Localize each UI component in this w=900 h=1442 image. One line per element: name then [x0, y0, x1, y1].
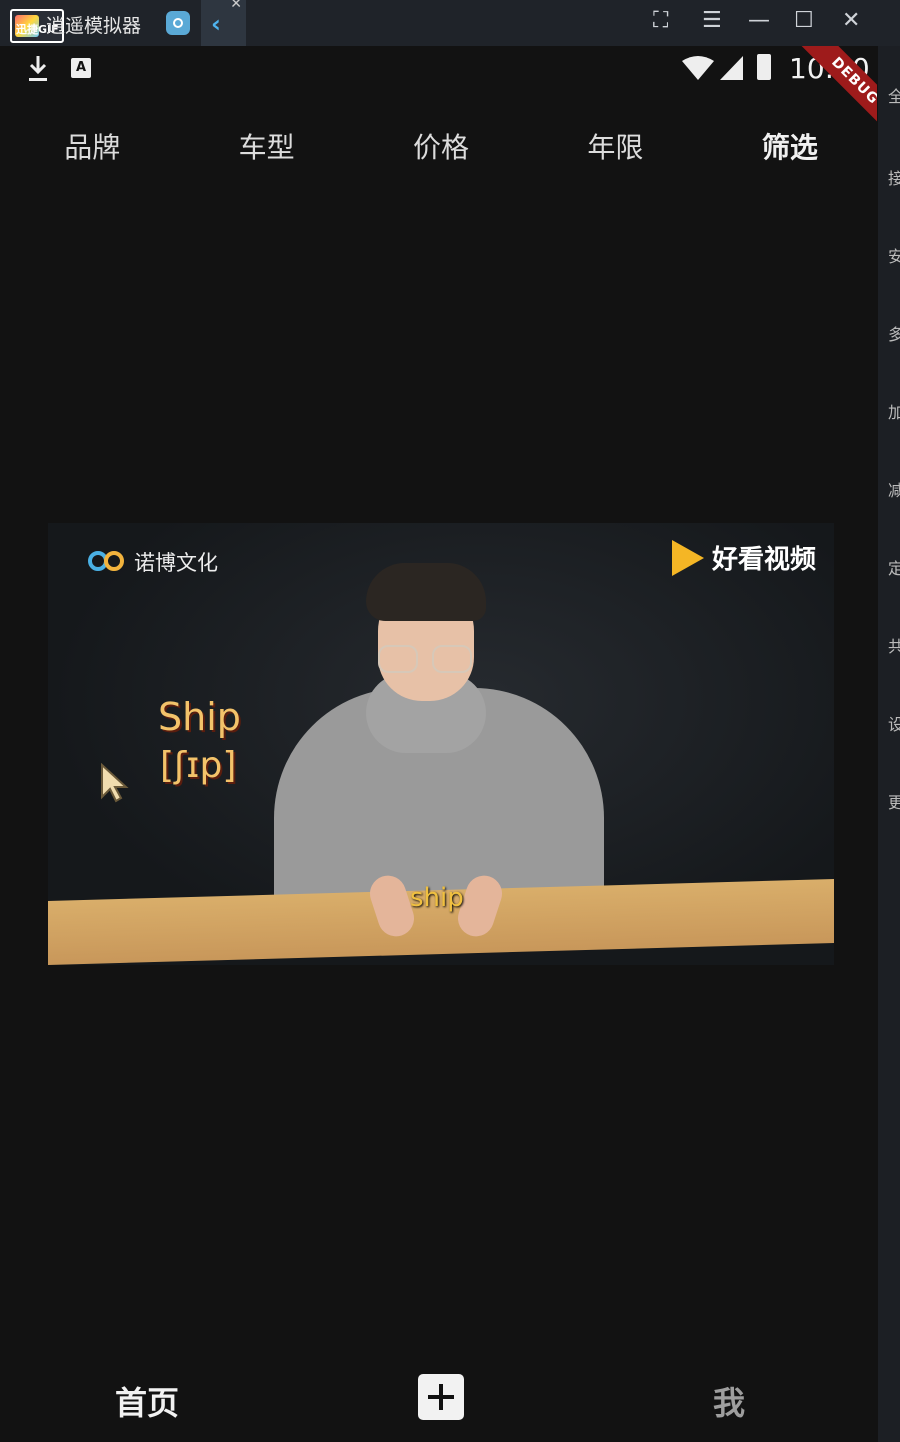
close-window-icon[interactable]: ✕: [842, 8, 860, 33]
nav-home[interactable]: 首页: [115, 1378, 179, 1424]
sidebar-item-location[interactable]: 定: [888, 560, 900, 578]
video-subtitle: ship: [410, 883, 464, 913]
phone-screen: A 10:20 DEBUG 品牌 车型 价格 年限 筛选 诺博文化: [5, 46, 877, 1442]
filter-more[interactable]: 筛选: [703, 124, 877, 172]
window-title: 逍遥模拟器: [46, 15, 142, 37]
glasses-right: [432, 645, 472, 673]
sidebar-item-install[interactable]: 安: [888, 248, 900, 266]
mouse-cursor-icon: [101, 763, 129, 803]
sidebar-item-more[interactable]: 更: [888, 794, 900, 812]
video-player[interactable]: 诺博文化 好看视频 Ship [ʃɪp] ship: [48, 523, 834, 965]
minimize-icon[interactable]: —: [748, 8, 770, 33]
wifi-icon: [682, 56, 714, 80]
settings-tab-icon[interactable]: [166, 11, 190, 35]
glasses-left: [378, 645, 418, 673]
signal-icon: [720, 56, 743, 80]
filter-bar: 品牌 车型 价格 年限 筛选: [5, 124, 877, 172]
maximize-icon[interactable]: ☐: [794, 8, 814, 33]
add-icon[interactable]: [418, 1374, 464, 1420]
brand-left-text: 诺博文化: [134, 551, 218, 575]
filter-years[interactable]: 年限: [528, 124, 702, 172]
vocab-phonetic: [ʃɪp]: [160, 745, 237, 786]
keyboard-a-icon: A: [71, 58, 91, 78]
presenter-hair: [366, 563, 486, 621]
sidebar-item-connect[interactable]: 接: [888, 170, 900, 188]
filter-price[interactable]: 价格: [354, 124, 528, 172]
sidebar-item-multi[interactable]: 多: [888, 326, 900, 344]
filter-brand[interactable]: 品牌: [5, 124, 179, 172]
brand-right-watermark: 好看视频: [671, 539, 816, 576]
play-logo-icon: [671, 539, 704, 576]
sidebar-item-volume-down[interactable]: 减: [888, 482, 900, 500]
nav-me[interactable]: 我: [713, 1378, 745, 1424]
bottom-navigation: 首页 我: [5, 1364, 877, 1434]
vocab-word: Ship: [158, 695, 241, 739]
nuobo-logo-icon: [88, 549, 130, 575]
flutter-icon: ‹: [211, 10, 221, 38]
fullscreen-icon[interactable]: ⛶: [653, 8, 668, 33]
menu-icon[interactable]: ☰: [702, 8, 722, 33]
sidebar-item-volume-up[interactable]: 加: [888, 404, 900, 422]
brand-left-watermark: 诺博文化: [88, 547, 218, 577]
sidebar-item-settings[interactable]: 设: [888, 716, 900, 734]
battery-icon: [757, 54, 771, 80]
download-icon: [29, 56, 47, 81]
status-bar: A 10:20 DEBUG: [5, 46, 877, 147]
emulator-sidebar: 全 接 安 多 加 减 定 共 设 更: [878, 46, 900, 1442]
close-tab-icon[interactable]: ✕: [230, 0, 242, 12]
brand-right-text: 好看视频: [711, 545, 816, 575]
sidebar-item-fullscreen[interactable]: 全: [888, 88, 900, 106]
filter-model[interactable]: 车型: [179, 124, 353, 172]
emulator-title-bar: 迅捷GIF 逍遥模拟器 ‹ ✕ ⛶ ☰ — ☐ ✕: [0, 0, 900, 46]
sidebar-item-share[interactable]: 共: [888, 638, 900, 656]
flutter-app-tab[interactable]: ‹ ✕: [201, 0, 246, 46]
